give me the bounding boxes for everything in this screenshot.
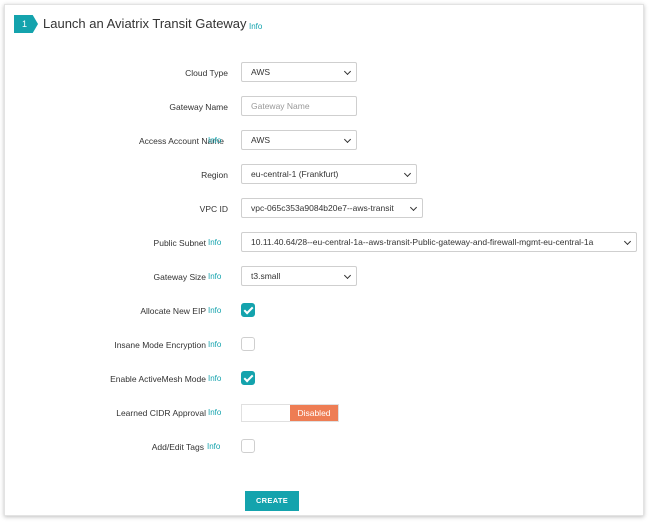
learned-cidr-toggle[interactable]: Disabled <box>241 404 339 422</box>
insane-mode-control <box>241 334 255 351</box>
region-control: eu-central-1 (Frankfurt) <box>241 164 417 184</box>
access-account-info-link[interactable]: Info <box>208 130 221 152</box>
gateway-size-control: t3.small <box>241 266 357 286</box>
vpc-id-row: VPC ID vpc-065c353a9084b20e7--aws-transi… <box>5 198 645 220</box>
launch-transit-gateway-panel: 1 Launch an Aviatrix Transit Gateway Inf… <box>4 4 644 516</box>
public-subnet-value: 10.11.40.64/28--eu-central-1a--aws-trans… <box>251 237 594 247</box>
tags-row: Add/Edit Tags Info <box>5 436 645 458</box>
public-subnet-label: Public Subnet <box>153 238 206 248</box>
cloud-type-row: Cloud Type AWS <box>5 62 645 84</box>
activemesh-control <box>241 368 255 385</box>
title-info-link[interactable]: Info <box>249 22 262 31</box>
access-account-row: Access Account Name Info AWS <box>5 130 645 152</box>
public-subnet-control: 10.11.40.64/28--eu-central-1a--aws-trans… <box>241 232 637 252</box>
public-subnet-select[interactable]: 10.11.40.64/28--eu-central-1a--aws-trans… <box>241 232 637 252</box>
gateway-size-label: Gateway Size <box>153 272 206 282</box>
access-account-value: AWS <box>251 135 271 145</box>
allocate-eip-row: Allocate New EIP Info <box>5 300 645 322</box>
insane-mode-row: Insane Mode Encryption Info <box>5 334 645 356</box>
page-title: Launch an Aviatrix Transit Gateway <box>43 16 247 31</box>
activemesh-info-link[interactable]: Info <box>208 368 221 390</box>
tags-label: Add/Edit Tags <box>151 442 204 452</box>
learned-cidr-state: Disabled <box>290 405 338 421</box>
insane-mode-label: Insane Mode Encryption <box>114 340 206 350</box>
activemesh-row: Enable ActiveMesh Mode Info <box>5 368 645 390</box>
gateway-size-select[interactable]: t3.small <box>241 266 357 286</box>
allocate-eip-checkbox[interactable] <box>241 303 255 317</box>
gateway-size-row: Gateway Size Info t3.small <box>5 266 645 288</box>
gateway-size-info-link[interactable]: Info <box>208 266 221 288</box>
gateway-name-control: Gateway Name <box>241 96 357 116</box>
vpc-id-control: vpc-065c353a9084b20e7--aws-transit <box>241 198 423 218</box>
public-subnet-row: Public Subnet Info 10.11.40.64/28--eu-ce… <box>5 232 645 254</box>
cloud-type-label: Cloud Type <box>185 68 228 78</box>
region-label: Region <box>201 170 228 180</box>
public-subnet-info-link[interactable]: Info <box>208 232 221 254</box>
activemesh-label: Enable ActiveMesh Mode <box>110 374 206 384</box>
allocate-eip-control <box>241 300 255 317</box>
tags-info-link[interactable]: Info <box>207 436 220 458</box>
allocate-eip-info-link[interactable]: Info <box>208 300 221 322</box>
tags-control <box>241 436 255 453</box>
region-select[interactable]: eu-central-1 (Frankfurt) <box>241 164 417 184</box>
learned-cidr-row: Learned CIDR Approval Info Disabled <box>5 402 645 424</box>
vpc-id-select[interactable]: vpc-065c353a9084b20e7--aws-transit <box>241 198 423 218</box>
step-badge: 1 <box>14 15 38 33</box>
vpc-id-label: VPC ID <box>199 204 228 214</box>
check-icon <box>243 372 254 383</box>
vpc-id-value: vpc-065c353a9084b20e7--aws-transit <box>251 203 394 213</box>
tags-checkbox[interactable] <box>241 439 255 453</box>
create-button[interactable]: CREATE <box>245 491 299 511</box>
gateway-name-label: Gateway Name <box>169 102 228 112</box>
cloud-type-control: AWS <box>241 62 357 82</box>
cloud-type-select[interactable]: AWS <box>241 62 357 82</box>
gateway-size-value: t3.small <box>251 271 281 281</box>
region-row: Region eu-central-1 (Frankfurt) <box>5 164 645 186</box>
learned-cidr-label: Learned CIDR Approval <box>116 408 206 418</box>
learned-cidr-control: Disabled <box>241 402 339 422</box>
access-account-select[interactable]: AWS <box>241 130 357 150</box>
gateway-name-row: Gateway Name Gateway Name <box>5 96 645 118</box>
access-account-control: AWS <box>241 130 357 150</box>
allocate-eip-label: Allocate New EIP <box>140 306 206 316</box>
gateway-name-input[interactable]: Gateway Name <box>241 96 357 116</box>
cloud-type-value: AWS <box>251 67 271 77</box>
learned-cidr-info-link[interactable]: Info <box>208 402 221 424</box>
activemesh-checkbox[interactable] <box>241 371 255 385</box>
insane-mode-checkbox[interactable] <box>241 337 255 351</box>
region-value: eu-central-1 (Frankfurt) <box>251 169 339 179</box>
insane-mode-info-link[interactable]: Info <box>208 334 221 356</box>
check-icon <box>243 304 254 315</box>
